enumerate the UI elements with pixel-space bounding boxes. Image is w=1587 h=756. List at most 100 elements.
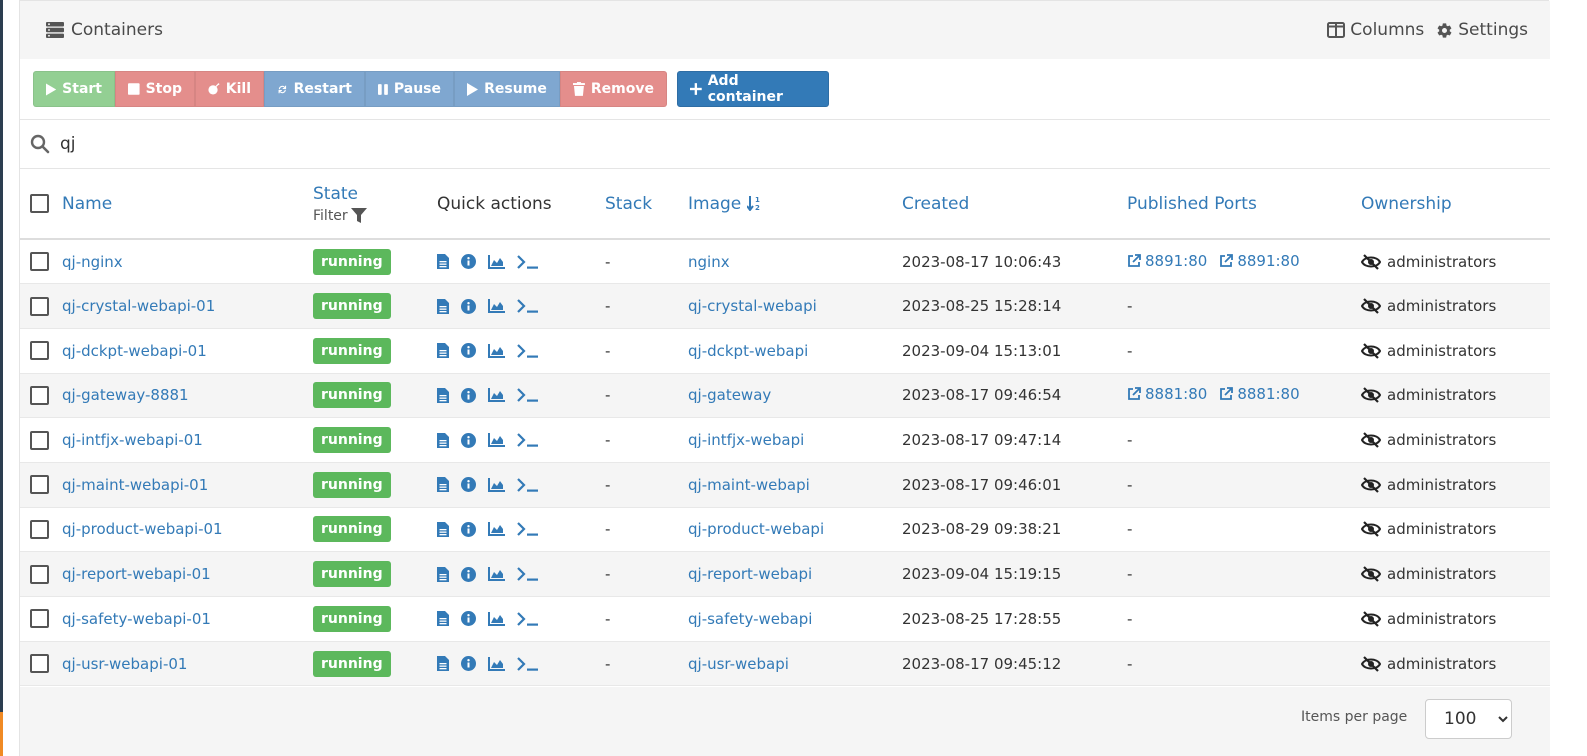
stats-chart-icon[interactable] <box>488 433 505 448</box>
image-link[interactable]: qj-maint-webapi <box>688 476 810 494</box>
image-link[interactable]: qj-report-webapi <box>688 565 812 583</box>
container-name-link[interactable]: qj-intfjx-webapi-01 <box>62 431 203 449</box>
console-icon[interactable] <box>517 388 539 403</box>
state-filter-button[interactable]: Filter <box>313 207 437 224</box>
console-icon[interactable] <box>517 254 539 269</box>
search-input[interactable] <box>60 130 1510 158</box>
column-header-stack[interactable]: Stack <box>605 169 688 239</box>
logs-icon[interactable] <box>437 521 449 537</box>
ports-empty: - <box>1127 475 1133 494</box>
row-checkbox[interactable] <box>30 654 49 674</box>
column-header-ownership[interactable]: Ownership <box>1361 169 1550 239</box>
remove-button[interactable]: Remove <box>560 71 667 107</box>
columns-button[interactable]: Columns <box>1327 20 1424 40</box>
column-header-image[interactable]: Image 1 2 <box>688 169 902 239</box>
pause-button[interactable]: Pause <box>365 71 454 107</box>
info-icon[interactable] <box>461 387 476 403</box>
quick-actions <box>437 254 605 270</box>
image-link[interactable]: nginx <box>688 253 730 271</box>
info-icon[interactable] <box>461 521 476 537</box>
row-checkbox[interactable] <box>30 385 49 405</box>
column-header-name[interactable]: Name <box>62 169 313 239</box>
info-icon[interactable] <box>461 343 476 359</box>
console-icon[interactable] <box>517 478 539 492</box>
image-link[interactable]: qj-product-webapi <box>688 520 824 538</box>
stats-chart-icon[interactable] <box>488 567 505 582</box>
logs-icon[interactable] <box>437 566 449 582</box>
container-name-link[interactable]: qj-product-webapi-01 <box>62 520 223 538</box>
stop-icon <box>128 83 140 95</box>
console-icon[interactable] <box>517 299 539 313</box>
logs-icon[interactable] <box>437 298 449 314</box>
add-container-button[interactable]: Add container <box>677 71 829 107</box>
kill-button[interactable]: Kill <box>195 71 264 107</box>
items-per-page-select[interactable]: 100 <box>1425 699 1512 739</box>
row-checkbox[interactable] <box>30 519 49 539</box>
info-icon[interactable] <box>461 254 476 270</box>
stats-chart-icon[interactable] <box>488 254 505 269</box>
image-link[interactable]: qj-safety-webapi <box>688 610 812 628</box>
stats-chart-icon[interactable] <box>488 388 505 403</box>
published-port-link[interactable]: 8881:80 <box>1219 385 1300 403</box>
stats-chart-icon[interactable] <box>488 477 505 492</box>
stop-button[interactable]: Stop <box>115 71 195 107</box>
info-icon[interactable] <box>461 432 476 448</box>
logs-icon[interactable] <box>437 343 449 359</box>
stats-chart-icon[interactable] <box>488 522 505 537</box>
select-all-checkbox[interactable] <box>30 194 49 213</box>
row-checkbox[interactable] <box>30 341 49 361</box>
published-port-link[interactable]: 8891:80 <box>1219 252 1300 270</box>
table-footer: Items per page 100 <box>20 687 1550 756</box>
logs-icon[interactable] <box>437 656 449 672</box>
row-checkbox[interactable] <box>30 252 49 272</box>
info-icon[interactable] <box>461 611 476 627</box>
container-name-link[interactable]: qj-maint-webapi-01 <box>62 476 208 494</box>
info-icon[interactable] <box>461 477 476 493</box>
container-name-link[interactable]: qj-dckpt-webapi-01 <box>62 342 207 360</box>
column-header-state[interactable]: State Filter <box>313 169 437 239</box>
info-icon[interactable] <box>461 566 476 582</box>
logs-icon[interactable] <box>437 254 449 270</box>
column-header-ports[interactable]: Published Ports <box>1127 169 1361 239</box>
container-name-link[interactable]: qj-gateway-8881 <box>62 386 189 404</box>
row-checkbox[interactable] <box>30 609 49 629</box>
container-name-link[interactable]: qj-usr-webapi-01 <box>62 655 187 673</box>
console-icon[interactable] <box>517 612 539 626</box>
container-name-link[interactable]: qj-report-webapi-01 <box>62 565 211 583</box>
resume-button[interactable]: Resume <box>454 71 560 107</box>
logs-icon[interactable] <box>437 387 449 403</box>
published-port-link[interactable]: 8881:80 <box>1127 385 1207 403</box>
image-link[interactable]: qj-crystal-webapi <box>688 297 817 315</box>
container-name-link[interactable]: qj-crystal-webapi-01 <box>62 297 215 315</box>
stats-chart-icon[interactable] <box>488 611 505 626</box>
logs-icon[interactable] <box>437 477 449 493</box>
image-link[interactable]: qj-usr-webapi <box>688 655 789 673</box>
published-port-link[interactable]: 8891:80 <box>1127 252 1207 270</box>
container-name-link[interactable]: qj-safety-webapi-01 <box>62 610 211 628</box>
console-icon[interactable] <box>517 656 539 671</box>
container-name-link[interactable]: qj-nginx <box>62 253 123 271</box>
logs-icon[interactable] <box>437 611 449 627</box>
start-button[interactable]: Start <box>33 71 115 107</box>
info-icon[interactable] <box>461 298 476 314</box>
console-icon[interactable] <box>517 567 539 581</box>
console-icon[interactable] <box>517 433 539 447</box>
settings-button[interactable]: Settings <box>1436 20 1528 40</box>
row-checkbox[interactable] <box>30 296 49 316</box>
console-icon[interactable] <box>517 522 539 537</box>
ownership: administrators <box>1361 297 1550 315</box>
info-icon[interactable] <box>461 656 476 672</box>
stats-chart-icon[interactable] <box>488 299 505 314</box>
stats-chart-icon[interactable] <box>488 343 505 358</box>
restart-button[interactable]: Restart <box>264 71 365 107</box>
row-checkbox[interactable] <box>30 564 49 584</box>
console-icon[interactable] <box>517 343 539 358</box>
row-checkbox[interactable] <box>30 475 49 495</box>
image-link[interactable]: qj-gateway <box>688 386 771 404</box>
stats-chart-icon[interactable] <box>488 656 505 671</box>
row-checkbox[interactable] <box>30 430 49 450</box>
image-link[interactable]: qj-dckpt-webapi <box>688 342 808 360</box>
image-link[interactable]: qj-intfjx-webapi <box>688 431 804 449</box>
logs-icon[interactable] <box>437 432 449 448</box>
column-header-created[interactable]: Created <box>902 169 1127 239</box>
